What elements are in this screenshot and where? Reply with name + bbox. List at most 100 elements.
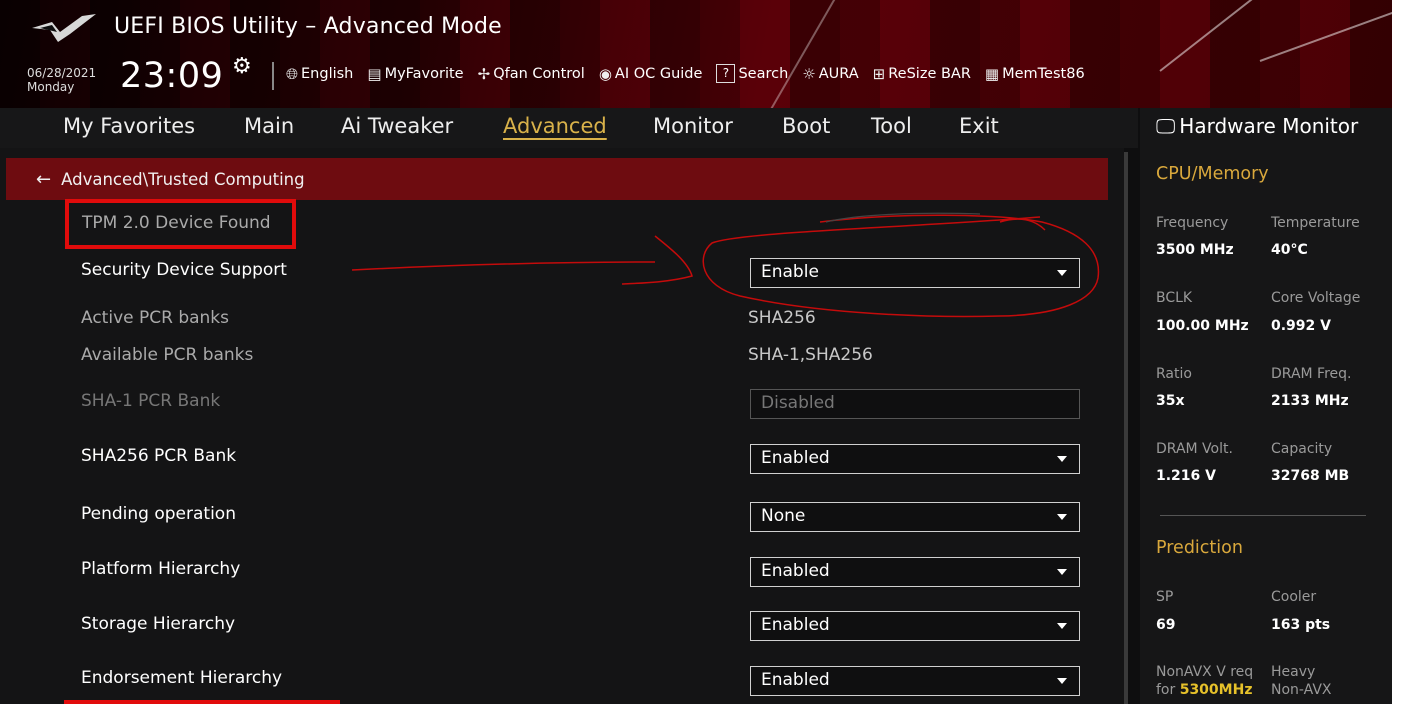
- capacity-value: 32768 MB: [1271, 468, 1350, 484]
- memtest-label: MemTest86: [1002, 65, 1085, 82]
- dram-freq-label: DRAM Freq.: [1271, 366, 1352, 382]
- date-display: 06/28/2021 Monday: [27, 66, 96, 94]
- search-icon: ?: [716, 64, 736, 83]
- tab-boot[interactable]: Boot: [782, 114, 830, 138]
- ai-oc-icon: ◉: [598, 64, 612, 83]
- nonavx-for-text: for: [1156, 682, 1176, 698]
- core-voltage-label: Core Voltage: [1271, 290, 1361, 306]
- pending-operation-select[interactable]: None: [750, 502, 1080, 532]
- fan-icon: ✢: [477, 64, 491, 83]
- sha1-pcr-bank-value: Disabled: [761, 393, 835, 413]
- main-nav: My Favorites Main Ai Tweaker Advanced Mo…: [0, 108, 1138, 148]
- chevron-down-icon: [1057, 678, 1067, 684]
- non-avx-label: Non-AVX: [1271, 682, 1332, 698]
- breadcrumb[interactable]: ← Advanced\Trusted Computing: [6, 158, 1108, 200]
- app-title: UEFI BIOS Utility – Advanced Mode: [114, 14, 502, 39]
- available-pcr-banks-label: Available PCR banks: [81, 345, 254, 365]
- cpu-memory-heading: CPU/Memory: [1156, 164, 1269, 184]
- favorite-icon: ▤: [367, 64, 382, 83]
- storage-hierarchy-select[interactable]: Enabled: [750, 611, 1080, 641]
- pending-operation-label: Pending operation: [81, 504, 236, 524]
- frequency-label: Frequency: [1156, 215, 1229, 231]
- capacity-label: Capacity: [1271, 441, 1333, 457]
- ai-oc-guide-button[interactable]: ◉ AI OC Guide: [599, 64, 703, 83]
- prediction-heading: Prediction: [1156, 538, 1243, 558]
- monitor-icon: 🖵︎: [1156, 114, 1176, 138]
- resize-bar-button[interactable]: ⊞ ReSize BAR: [873, 64, 971, 83]
- date-text: 06/28/2021: [27, 66, 97, 80]
- security-device-support-select[interactable]: Enable: [750, 258, 1080, 288]
- hardware-monitor-label: Hardware Monitor: [1179, 114, 1359, 138]
- chevron-down-icon: [1057, 569, 1067, 575]
- header-bar: UEFI BIOS Utility – Advanced Mode 06/28/…: [0, 0, 1408, 112]
- sha256-pcr-bank-select[interactable]: Enabled: [750, 444, 1080, 474]
- bclk-label: BCLK: [1156, 290, 1193, 306]
- memtest-button[interactable]: ▦ MemTest86: [985, 64, 1085, 83]
- tab-advanced[interactable]: Advanced: [503, 114, 607, 138]
- gear-icon[interactable]: ⚙: [232, 54, 252, 79]
- cooler-label: Cooler: [1271, 589, 1317, 605]
- ratio-value: 35x: [1156, 393, 1185, 409]
- nonavx-label: NonAVX V req: [1156, 664, 1254, 680]
- frequency-value: 3500 MHz: [1156, 242, 1234, 258]
- hardware-monitor-panel: 🖵︎ Hardware Monitor CPU/Memory Frequency…: [1140, 108, 1392, 704]
- aura-button[interactable]: ☼ AURA: [802, 64, 858, 83]
- aura-icon: ☼: [802, 64, 816, 83]
- sha256-pcr-bank-value: Enabled: [761, 448, 830, 468]
- myfavorite-button[interactable]: ▤ MyFavorite: [367, 64, 463, 83]
- sp-value: 69: [1156, 617, 1176, 633]
- nonavx-freq: 5300MHz: [1179, 682, 1253, 698]
- header-divider: [272, 62, 274, 90]
- tab-ai-tweaker[interactable]: Ai Tweaker: [341, 114, 453, 138]
- chevron-down-icon: [1057, 514, 1067, 520]
- bclk-value: 100.00 MHz: [1156, 318, 1249, 334]
- qfan-control-button[interactable]: ✢ Qfan Control: [478, 64, 585, 83]
- chevron-down-icon: [1057, 623, 1067, 629]
- core-voltage-value: 0.992 V: [1271, 318, 1331, 334]
- highlight-underline: [64, 700, 340, 704]
- security-device-support-value: Enable: [761, 262, 819, 282]
- platform-hierarchy-select[interactable]: Enabled: [750, 557, 1080, 587]
- active-pcr-banks-value: SHA256: [748, 308, 816, 328]
- back-arrow-icon[interactable]: ←: [36, 169, 51, 190]
- platform-hierarchy-value: Enabled: [761, 561, 830, 581]
- search-button[interactable]: ? Search: [716, 64, 788, 83]
- endorsement-hierarchy-select[interactable]: Enabled: [750, 666, 1080, 696]
- day-text: Monday: [27, 80, 75, 94]
- hardware-monitor-title: 🖵︎ Hardware Monitor: [1156, 114, 1358, 138]
- security-device-support-label: Security Device Support: [81, 260, 287, 280]
- ai-oc-label: AI OC Guide: [614, 65, 703, 82]
- memtest-icon: ▦: [984, 64, 1000, 83]
- pending-operation-value: None: [761, 506, 806, 526]
- clock-time: 23:09: [120, 56, 224, 96]
- nonavx-for-line: for 5300MHz: [1156, 682, 1252, 698]
- search-label: Search: [738, 65, 789, 82]
- temperature-label: Temperature: [1271, 215, 1360, 231]
- storage-hierarchy-value: Enabled: [761, 615, 830, 635]
- ratio-label: Ratio: [1156, 366, 1192, 382]
- myfavorite-label: MyFavorite: [384, 65, 464, 82]
- chevron-down-icon: [1057, 456, 1067, 462]
- decor-slash: [1259, 5, 1408, 62]
- tab-tool[interactable]: Tool: [871, 114, 912, 138]
- tab-main[interactable]: Main: [244, 114, 294, 138]
- storage-hierarchy-label: Storage Hierarchy: [81, 614, 236, 634]
- sp-label: SP: [1156, 589, 1174, 605]
- resize-bar-label: ReSize BAR: [888, 65, 971, 82]
- toolbar: 🌐︎ English ▤ MyFavorite ✢ Qfan Control ◉…: [286, 64, 1085, 83]
- decor-slash: [769, 0, 851, 112]
- cooler-value: 163 pts: [1271, 617, 1331, 633]
- dram-volt-value: 1.216 V: [1156, 468, 1216, 484]
- endorsement-hierarchy-label: Endorsement Hierarchy: [81, 668, 283, 688]
- language-button[interactable]: 🌐︎ English: [286, 64, 353, 83]
- tab-exit[interactable]: Exit: [959, 114, 999, 138]
- qfan-label: Qfan Control: [493, 65, 585, 82]
- scrollbar[interactable]: [1124, 152, 1128, 704]
- tab-my-favorites[interactable]: My Favorites: [63, 114, 195, 138]
- chevron-down-icon: [1057, 270, 1067, 276]
- available-pcr-banks-value: SHA-1,SHA256: [748, 345, 873, 365]
- tab-monitor[interactable]: Monitor: [653, 114, 733, 138]
- sha1-pcr-bank-label: SHA-1 PCR Bank: [81, 391, 221, 411]
- endorsement-hierarchy-value: Enabled: [761, 670, 830, 690]
- tpm-found-label: TPM 2.0 Device Found: [82, 213, 271, 233]
